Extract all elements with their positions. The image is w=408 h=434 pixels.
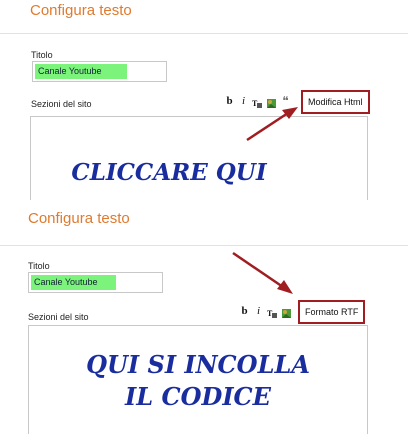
text-config-panel-bottom: Configura testo Titolo Canale Youtube Se… bbox=[0, 203, 408, 434]
text-config-panel-top: Configura testo Titolo Canale Youtube Se… bbox=[0, 0, 408, 200]
annotation-arrow bbox=[232, 251, 293, 294]
annotation-arrow bbox=[246, 107, 298, 142]
